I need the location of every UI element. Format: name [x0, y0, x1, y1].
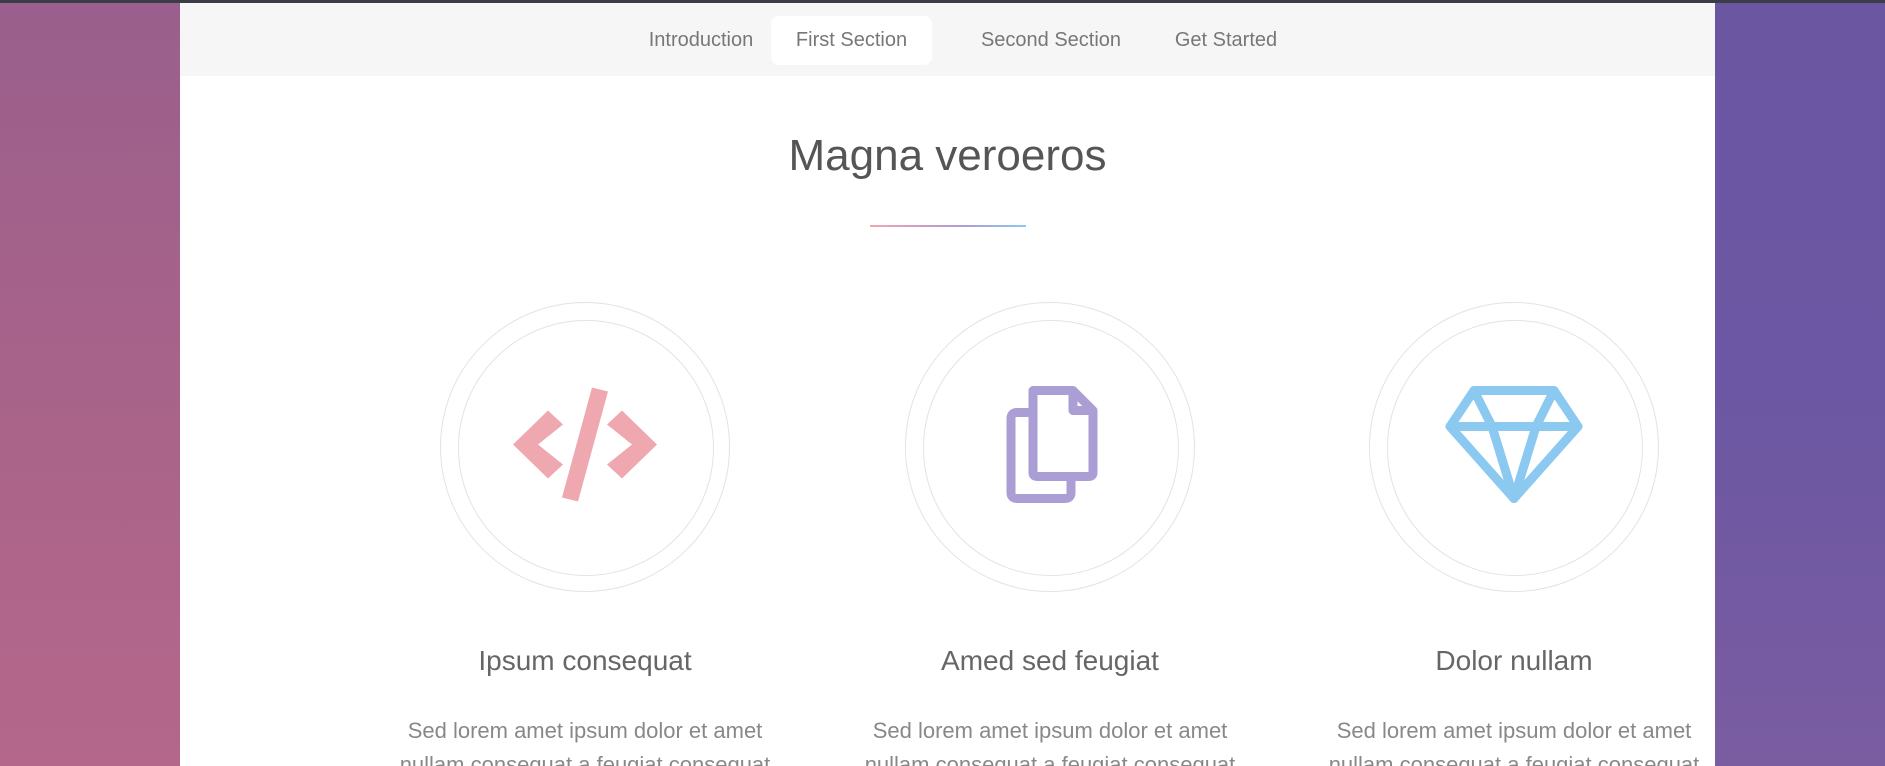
section-title: Magna veroeros — [788, 131, 1107, 180]
main-wrapper: Introduction First Section Second Sectio… — [180, 3, 1715, 766]
icon-ring-outer — [905, 302, 1195, 592]
feature-text: Sed lorem amet ipsum dolor et amet nulla… — [399, 718, 771, 766]
feature-card-amed-sed-feugiat: Amed sed feugiat Sed lorem amet ipsum do… — [840, 302, 1260, 766]
feature-title: Ipsum consequat — [478, 645, 692, 676]
icon-ring-outer — [440, 302, 730, 592]
nav-item-second-section[interactable]: Second Section — [965, 16, 1137, 65]
code-icon — [510, 385, 660, 510]
nav-item-introduction[interactable]: Introduction — [615, 16, 787, 65]
nav-item-first-section[interactable]: First Section — [771, 16, 932, 65]
navbar: Introduction First Section Second Sectio… — [180, 3, 1715, 76]
background-left — [0, 3, 180, 766]
feature-text: Sed lorem amet ipsum dolor et amet nulla… — [1328, 718, 1700, 766]
feature-card-dolor-nullam: Dolor nullam Sed lorem amet ipsum dolor … — [1304, 302, 1724, 766]
feature-text: Sed lorem amet ipsum dolor et amet nulla… — [864, 718, 1236, 766]
feature-card-ipsum-consequat: Ipsum consequat Sed lorem amet ipsum dol… — [375, 302, 795, 766]
icon-ring-outer — [1369, 302, 1659, 592]
diamond-icon — [1444, 385, 1584, 510]
title-divider — [870, 225, 1026, 227]
copy-icon — [995, 385, 1105, 510]
feature-title: Dolor nullam — [1435, 645, 1593, 676]
feature-title: Amed sed feugiat — [941, 645, 1159, 676]
background-right — [1715, 3, 1885, 766]
nav-item-get-started[interactable]: Get Started — [1162, 16, 1290, 65]
